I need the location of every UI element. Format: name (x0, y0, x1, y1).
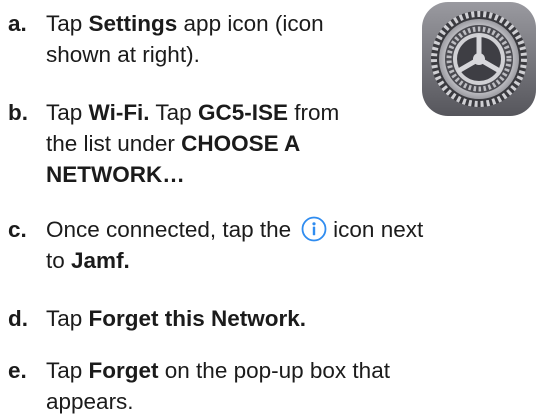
text: icon next (333, 217, 424, 242)
bold-text: Settings (88, 11, 178, 36)
text: Tap (46, 306, 89, 331)
text: to (46, 248, 72, 273)
step-marker: a. (8, 11, 27, 36)
text: Tap (149, 100, 198, 125)
step-text-line2: to Jamf. (46, 245, 130, 276)
step-text-line1: Tap Forget on the pop-up box that (46, 355, 390, 386)
settings-app-icon (422, 2, 536, 116)
step-marker: e. (8, 358, 27, 383)
step-marker: c. (8, 217, 27, 242)
bold-text: GC5-ISE (197, 100, 288, 125)
bold-text: Forget this Network. (88, 306, 307, 331)
text: the list under (46, 131, 182, 156)
step-text-line1: Tap Forget this Network. (46, 303, 306, 334)
text: Tap (46, 11, 89, 36)
step-text-line2: the list under CHOOSE A (46, 128, 300, 159)
text: app icon (icon (177, 11, 324, 36)
step-text-line1: Once connected, tap the icon next (46, 214, 423, 245)
text: on the pop-up box that (158, 358, 390, 383)
text: Tap (46, 358, 89, 383)
bold-text: Jamf. (71, 248, 130, 273)
step-text-line1: Tap Settings app icon (icon (46, 8, 324, 39)
step-marker: b. (8, 100, 28, 125)
bold-text: NETWORK… (46, 162, 185, 187)
step-text-line1: Tap Wi-Fi. Tap GC5-ISE from (46, 97, 339, 128)
info-circle-icon (301, 216, 327, 242)
bold-text: CHOOSE A (181, 131, 301, 156)
bold-text: Forget (88, 358, 159, 383)
text: Once connected, tap the (46, 217, 292, 242)
step-text-line2: appears. (46, 389, 134, 414)
bold-text: Wi-Fi. (88, 100, 150, 125)
step-text-line2: shown at right). (46, 42, 200, 67)
text: Tap (46, 100, 89, 125)
text: from (287, 100, 340, 125)
step-text-line3: NETWORK… (46, 159, 185, 190)
step-marker: d. (8, 306, 28, 331)
